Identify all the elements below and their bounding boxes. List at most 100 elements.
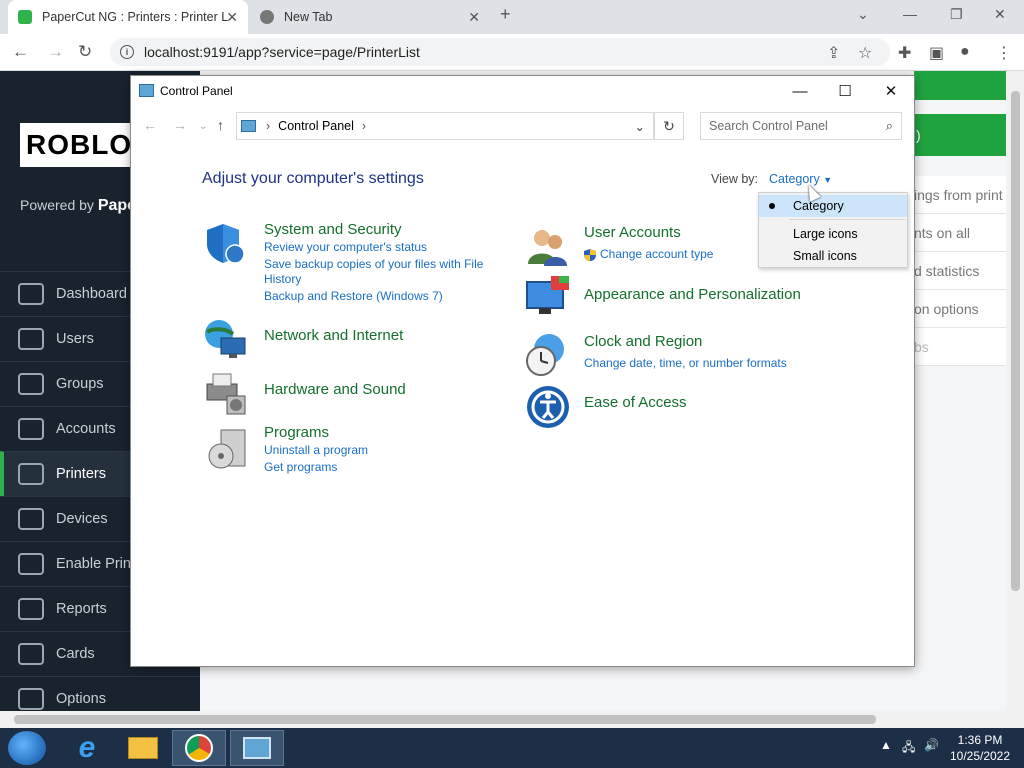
system-security-title[interactable]: System and Security — [264, 221, 402, 238]
clock-region-icon[interactable] — [523, 331, 569, 377]
cp-window-title: Control Panel — [160, 84, 233, 98]
minimize-icon[interactable]: — — [903, 6, 917, 22]
system-security-shield-icon[interactable] — [203, 220, 249, 266]
panel-item[interactable]: bs — [914, 328, 1006, 366]
extensions-icon[interactable]: ✚ — [898, 43, 911, 63]
cp-refresh-button[interactable]: ↻ — [654, 112, 684, 140]
cp-breadcrumb[interactable]: › Control Panel › ⌄ — [236, 112, 654, 140]
menu-icon[interactable]: ⋮ — [996, 43, 1012, 63]
backup-restore-link[interactable]: Backup and Restore (Windows 7) — [264, 289, 443, 303]
taskbar-explorer-icon[interactable] — [116, 730, 170, 766]
panel-item[interactable]: on options — [914, 290, 1006, 328]
start-button[interactable] — [8, 731, 46, 765]
backup-file-history-link-cont[interactable]: History — [264, 272, 301, 286]
papercut-action-button[interactable]: ) — [914, 114, 1006, 156]
cp-title-bar[interactable]: Control Panel — ☐ ✕ — [131, 76, 914, 106]
hardware-sound-title[interactable]: Hardware and Sound — [264, 381, 406, 398]
panel-item[interactable]: nts on all — [914, 214, 1006, 252]
review-status-link[interactable]: Review your computer's status — [264, 240, 427, 254]
uninstall-program-link[interactable]: Uninstall a program — [264, 443, 368, 457]
close-window-icon[interactable]: ✕ — [994, 6, 1006, 23]
appearance-monitor-icon[interactable] — [525, 274, 571, 320]
share-icon[interactable]: ⇪ — [827, 43, 840, 63]
dashboard-icon — [18, 283, 44, 305]
hardware-printer-icon[interactable] — [203, 370, 249, 416]
address-bar[interactable]: i localhost:9191/app?service=page/Printe… — [110, 38, 890, 66]
control-panel-icon — [241, 120, 256, 132]
cp-search-input[interactable]: Search Control Panel ⌕ — [700, 112, 902, 140]
view-by-dropdown[interactable]: Category ▼ — [769, 172, 832, 186]
horizontal-scrollbar[interactable] — [0, 711, 1024, 728]
network-tray-icon[interactable]: 🖧 — [902, 738, 915, 759]
breadcrumb-item[interactable]: Control Panel — [278, 119, 354, 133]
clock-time: 1:36 PM — [957, 733, 1003, 747]
network-globe-icon[interactable] — [203, 316, 249, 362]
view-option-large-icons[interactable]: Large icons — [759, 223, 907, 245]
papercut-favicon-icon — [18, 10, 32, 24]
taskbar-chrome-icon[interactable] — [172, 730, 226, 766]
view-by-menu: Category Large icons Small icons — [758, 192, 908, 268]
devices-icon — [18, 508, 44, 530]
scrollbar-thumb[interactable] — [1011, 91, 1020, 591]
profile-icon[interactable]: ● — [960, 43, 970, 61]
get-programs-link[interactable]: Get programs — [264, 460, 337, 474]
view-by-label: View by: — [711, 172, 759, 186]
breadcrumb-chevron-icon[interactable]: › — [362, 119, 366, 133]
cp-close-button[interactable]: ✕ — [876, 80, 906, 102]
address-dropdown-icon[interactable]: ⌄ — [635, 119, 645, 134]
cp-heading: Adjust your computer's settings — [202, 170, 424, 187]
restore-icon[interactable]: ❐ — [950, 6, 963, 23]
programs-title[interactable]: Programs — [264, 424, 329, 441]
vertical-scrollbar[interactable] — [1007, 71, 1024, 711]
panel-item[interactable]: ings from print — [914, 176, 1006, 214]
tab-papercut[interactable]: PaperCut NG : Printers : Printer L ✕ — [8, 0, 248, 34]
close-tab-icon[interactable]: ✕ — [468, 9, 480, 26]
ease-of-access-title[interactable]: Ease of Access — [584, 394, 687, 411]
tab-title: New Tab — [284, 10, 333, 24]
user-accounts-icon[interactable] — [525, 222, 571, 268]
tab-search-icon[interactable]: ⌄ — [857, 6, 869, 23]
browser-toolbar: ← → ↻ i localhost:9191/app?service=page/… — [0, 34, 1024, 71]
back-icon[interactable]: ← — [12, 42, 29, 62]
clock-date: 10/25/2022 — [949, 749, 1011, 763]
bookmark-star-icon[interactable]: ☆ — [858, 43, 872, 63]
groups-icon — [18, 373, 44, 395]
tab-new-tab[interactable]: New Tab ✕ — [250, 0, 490, 34]
view-option-small-icons[interactable]: Small icons — [759, 245, 907, 267]
search-icon[interactable]: ⌕ — [886, 118, 893, 134]
volume-tray-icon[interactable]: 🔊 — [924, 738, 939, 752]
network-internet-title[interactable]: Network and Internet — [264, 327, 403, 344]
taskbar-clock[interactable]: 1:36 PM 10/25/2022 — [940, 732, 1020, 764]
programs-disc-icon[interactable] — [207, 426, 253, 472]
appearance-personalization-title[interactable]: Appearance and Personalization — [584, 286, 801, 303]
view-option-category[interactable]: Category — [759, 195, 907, 217]
change-account-type-link[interactable]: Change account type — [600, 247, 713, 261]
taskbar-ie-icon[interactable]: e — [60, 730, 114, 766]
printer-icon — [18, 463, 44, 485]
tray-expand-icon[interactable]: ▲ — [880, 738, 892, 752]
ease-of-access-icon[interactable] — [525, 384, 571, 430]
cp-minimize-button[interactable]: — — [785, 80, 815, 102]
forward-icon[interactable]: → — [47, 42, 64, 62]
control-panel-icon — [139, 84, 154, 97]
breadcrumb-chevron-icon[interactable]: › — [266, 119, 270, 133]
reload-icon[interactable]: ↻ — [78, 42, 92, 62]
side-panel-icon[interactable]: ▣ — [929, 43, 944, 63]
selected-bullet-icon — [769, 203, 775, 209]
backup-file-history-link[interactable]: Save backup copies of your files with Fi… — [264, 257, 483, 271]
cp-maximize-button[interactable]: ☐ — [830, 80, 860, 102]
clock-region-title[interactable]: Clock and Region — [584, 333, 702, 350]
panel-item[interactable]: d statistics — [914, 252, 1006, 290]
users-icon — [18, 328, 44, 350]
uac-shield-icon — [584, 249, 596, 261]
browser-tab-bar: PaperCut NG : Printers : Printer L ✕ New… — [0, 0, 1024, 34]
site-info-icon[interactable]: i — [120, 45, 134, 59]
scrollbar-thumb[interactable] — [14, 715, 876, 724]
new-tab-icon[interactable]: + — [500, 4, 511, 25]
change-formats-link[interactable]: Change date, time, or number formats — [584, 356, 787, 370]
user-accounts-title[interactable]: User Accounts — [584, 224, 681, 241]
papercut-green-bar — [914, 71, 1006, 100]
close-tab-icon[interactable]: ✕ — [226, 9, 238, 26]
taskbar-control-panel-icon[interactable] — [230, 730, 284, 766]
cp-address-bar: › Control Panel › ⌄ ↻ Search Control Pan… — [131, 110, 914, 142]
